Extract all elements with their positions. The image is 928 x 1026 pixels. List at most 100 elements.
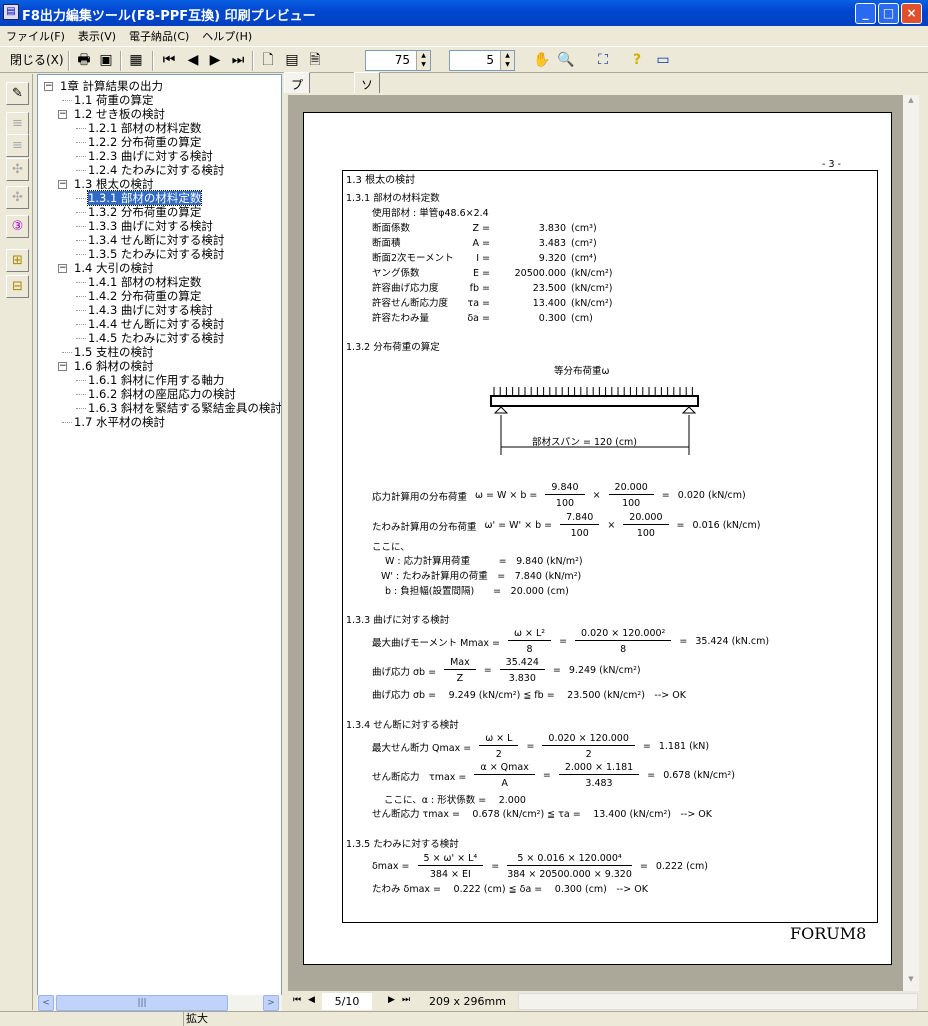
tree-item[interactable]: 1.6.3 斜材を緊結する緊結金具の検討 xyxy=(88,401,281,415)
tree-item[interactable]: 1章 計算結果の出力 xyxy=(60,79,163,93)
tree-item[interactable]: 1.6.2 斜材の座屈応力の検討 xyxy=(88,387,236,401)
tree-expander-icon[interactable]: − xyxy=(58,110,67,119)
tree-item[interactable]: 1.3 根太の検討 xyxy=(74,177,153,191)
tree-item[interactable]: 1.4.2 分布荷重の算定 xyxy=(88,289,201,303)
maximize-button[interactable]: □ xyxy=(878,3,899,24)
tree-item[interactable]: 1.1 荷重の算定 xyxy=(74,93,153,107)
tree-item[interactable]: 1.4.1 部材の材料定数 xyxy=(88,275,201,289)
denominator: 100 xyxy=(570,528,589,539)
formula-text: = xyxy=(679,636,688,647)
menu-file[interactable]: ファイル(F) xyxy=(0,26,72,44)
tree-expander-icon[interactable]: − xyxy=(58,362,67,371)
property-value: 3.483 xyxy=(538,238,566,249)
tree-item[interactable]: 1.2 せき板の検討 xyxy=(74,107,165,121)
tree-item[interactable]: 1.2.2 分布荷重の算定 xyxy=(88,135,201,149)
tree-expander-icon[interactable]: − xyxy=(58,264,67,273)
page-single-icon[interactable]: 🗋 xyxy=(259,50,277,71)
fit-icon[interactable]: ⛶ xyxy=(594,50,612,71)
fraction: α × Qmax A xyxy=(474,762,535,789)
tree-item[interactable]: 1.3.4 せん断に対する検討 xyxy=(88,233,224,247)
tree-item[interactable]: 1.3.3 曲げに対する検討 xyxy=(88,219,213,233)
tree-item[interactable]: 1.3.5 たわみに対する検討 xyxy=(88,247,224,261)
preview-horizontal-scrollbar[interactable] xyxy=(518,993,918,1010)
tree-expand-icon[interactable]: ⊞ xyxy=(6,249,29,272)
distributed-load-arrows xyxy=(493,387,693,395)
unlink-icon[interactable]: ✣ xyxy=(6,186,29,209)
pen-icon[interactable]: ✎ xyxy=(6,82,29,105)
minimize-button[interactable]: _ xyxy=(855,3,876,24)
page-fold-icon[interactable]: 🗎 xyxy=(306,50,324,71)
tree-item[interactable]: 1.3.1 部材の材料定数 xyxy=(86,190,203,206)
preview-vertical-scrollbar[interactable]: ▲ ▼ xyxy=(903,95,919,991)
denominator: 2 xyxy=(585,749,592,760)
spinner-arrows[interactable]: ▲ ▼ xyxy=(416,51,430,70)
page-double-icon[interactable]: ▤ xyxy=(283,50,301,71)
scroll-thumb[interactable]: ||| xyxy=(56,995,228,1011)
property-unit: (kN/cm²) xyxy=(571,268,613,279)
scroll-left-button[interactable]: < xyxy=(38,995,54,1011)
info-icon[interactable]: ▭ xyxy=(654,50,672,71)
tree-item[interactable]: 1.3.2 分布荷重の算定 xyxy=(88,205,201,219)
property-label: 許容曲げ応力度 xyxy=(372,283,439,294)
last-page-icon[interactable]: ⏭ xyxy=(402,995,410,1005)
property-value: 3.830 xyxy=(538,223,566,234)
last-page-icon[interactable]: ⏭ xyxy=(229,50,247,71)
tree-item[interactable]: 1.6.1 斜材に作用する軸力 xyxy=(88,373,224,387)
magnifier-icon[interactable]: 🔍 xyxy=(557,50,575,71)
tree-item[interactable]: 1.4.3 曲げに対する検討 xyxy=(88,303,213,317)
menu-electronic-delivery[interactable]: 電子納品(C) xyxy=(123,26,196,44)
tab-preview[interactable]: プレビュー xyxy=(284,72,311,160)
zoom-value[interactable]: 75 xyxy=(395,53,410,67)
prev-page-icon[interactable]: ◀ xyxy=(184,50,202,71)
page-spinner[interactable]: 5 ▲ ▼ xyxy=(449,50,515,71)
tree-collapse-icon[interactable]: ⊟ xyxy=(6,275,29,298)
tree-expander-icon[interactable]: − xyxy=(58,180,67,189)
tree-item[interactable]: 1.4 大引の検討 xyxy=(74,261,153,275)
tab-source[interactable]: ソース xyxy=(354,72,381,126)
tree-item[interactable]: 1.2.3 曲げに対する検討 xyxy=(88,149,213,163)
tree-expander-icon[interactable]: − xyxy=(44,82,53,91)
tree-item[interactable]: 1.4.5 たわみに対する検討 xyxy=(88,331,224,345)
close-window-button[interactable]: × xyxy=(901,3,922,24)
side-toolbar: ✎ ≡ ≡ ✣ ✣ ③ ⊞ ⊟ xyxy=(0,74,33,1010)
numerator: 2.000 × 1.181 xyxy=(558,762,640,775)
zoom-spinner[interactable]: 75 ▲ ▼ xyxy=(365,50,431,71)
menu-help[interactable]: ヘルプ(H) xyxy=(196,26,259,44)
tree-item[interactable]: 1.2.1 部材の材料定数 xyxy=(88,121,201,135)
tree-horizontal-scrollbar[interactable]: < ||| > xyxy=(37,995,282,1011)
menu-view[interactable]: 表示(V) xyxy=(72,26,123,44)
export-icon[interactable]: ▦ xyxy=(127,50,145,71)
tree-item[interactable]: 1.4.4 せん断に対する検討 xyxy=(88,317,224,331)
fraction: 20.000 100 xyxy=(608,482,654,509)
outdent-icon[interactable]: ≡ xyxy=(6,134,29,157)
property-symbol: τa = xyxy=(467,298,490,309)
first-page-icon[interactable]: ⏮ xyxy=(293,995,301,1005)
spinner-arrows[interactable]: ▲ ▼ xyxy=(500,51,514,70)
indent-icon[interactable]: ≡ xyxy=(6,112,29,135)
fraction: 5 × ω' × L⁴ 384 × EI xyxy=(417,853,484,880)
page-field[interactable]: 5/10 xyxy=(322,993,372,1010)
first-page-icon[interactable]: ⏮ xyxy=(160,50,178,71)
scroll-down-button[interactable]: ▼ xyxy=(904,975,918,990)
hand-icon[interactable]: ✋ xyxy=(533,50,551,71)
help-icon[interactable]: ? xyxy=(628,50,646,71)
printer-icon[interactable]: 🖶 xyxy=(75,50,93,71)
numbering-icon[interactable]: ③ xyxy=(6,215,29,238)
numerator: 9.840 xyxy=(545,482,585,495)
tree-item[interactable]: 1.2.4 たわみに対する検討 xyxy=(88,163,224,177)
scroll-up-button[interactable]: ▲ xyxy=(904,96,918,111)
property-symbol: I = xyxy=(476,253,490,264)
save-icon[interactable]: ▣ xyxy=(97,50,115,71)
next-page-icon[interactable]: ▶ xyxy=(206,50,224,71)
formula-max-shear: 最大せん断力 Qmax = ω × L 2 = 0.020 × 120.000 2 = 1.1… xyxy=(372,733,717,760)
link-icon[interactable]: ✣ xyxy=(6,158,29,181)
next-page-icon[interactable]: ▶ xyxy=(388,995,395,1005)
tree-item[interactable]: 1.7 水平材の検討 xyxy=(74,415,165,429)
close-button[interactable]: 閉じる(X) xyxy=(10,50,64,71)
tree-item[interactable]: 1.5 支柱の検討 xyxy=(74,345,153,359)
property-label: 断面係数 xyxy=(372,223,411,234)
scroll-right-button[interactable]: > xyxy=(263,995,279,1011)
tree-item[interactable]: 1.6 斜材の検討 xyxy=(74,359,153,373)
prev-page-icon[interactable]: ◀ xyxy=(308,995,315,1005)
page-value[interactable]: 5 xyxy=(486,53,494,67)
